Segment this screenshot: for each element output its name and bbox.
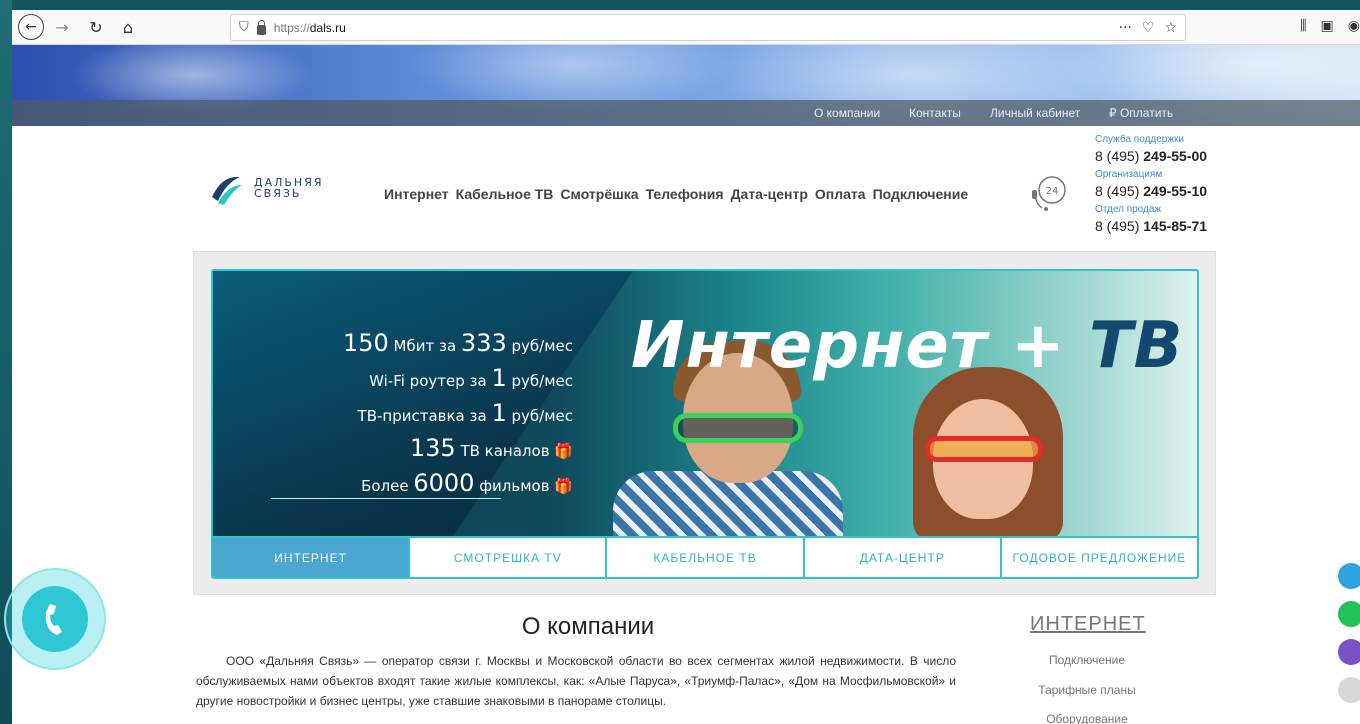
browser-toolbar: ← → ↻ ⌂ ⛉ https://dals.ru ··· ♡ ☆ ⫼ ▣ ◉ bbox=[12, 10, 1360, 45]
contacts-block: Служба поддержки 8 (495) 249-55-00 Орган… bbox=[1095, 134, 1207, 239]
nav-cable-tv[interactable]: Кабельное ТВ bbox=[456, 186, 554, 202]
lock-icon[interactable] bbox=[256, 19, 266, 35]
nav-connection[interactable]: Подключение bbox=[873, 186, 969, 202]
viber-icon[interactable] bbox=[1338, 639, 1360, 665]
sidebar-link-connection[interactable]: Подключение bbox=[1012, 653, 1162, 667]
reload-icon[interactable]: ↻ bbox=[84, 15, 108, 39]
banner-image: 150 Мбит за 333 руб/мес Wi-Fi роутер за … bbox=[213, 271, 1197, 542]
promo-banner[interactable]: 150 Мбит за 333 руб/мес Wi-Fi роутер за … bbox=[211, 269, 1199, 579]
offer-line: Более 6000 фильмов 🎁 bbox=[361, 469, 573, 497]
phone-org[interactable]: 8 (495) 249-55-10 bbox=[1095, 181, 1207, 201]
telegram-icon[interactable] bbox=[1338, 563, 1360, 589]
about-title: О компании bbox=[521, 613, 655, 640]
offer-line: Wi-Fi роутер за 1 руб/мес bbox=[369, 364, 573, 392]
site-logo[interactable]: ДАЛЬНЯЯ СВЯЗЬ bbox=[208, 169, 358, 209]
logo-line-2: СВЯЗЬ bbox=[254, 187, 302, 200]
nav-telephony[interactable]: Телефония bbox=[646, 186, 724, 202]
url-text[interactable]: https://dals.ru bbox=[274, 21, 346, 35]
sidebar-title[interactable]: ИНТЕРНЕТ bbox=[1030, 613, 1146, 636]
green-sunglasses bbox=[673, 413, 803, 443]
phone-support[interactable]: 8 (495) 249-55-00 bbox=[1095, 146, 1207, 166]
gift-icon: 🎁 bbox=[554, 442, 573, 460]
contact-label-sales: Отдел продаж bbox=[1095, 204, 1162, 215]
pocket-icon[interactable]: ♡ bbox=[1142, 20, 1155, 36]
bookmark-star-icon[interactable]: ☆ bbox=[1164, 20, 1177, 36]
nav-payment[interactable]: Оплата bbox=[815, 186, 866, 202]
library-icon[interactable]: ⫼ bbox=[1300, 18, 1306, 34]
phone-sales[interactable]: 8 (495) 145-85-71 bbox=[1095, 216, 1207, 236]
offer-list: 150 Мбит за 333 руб/мес Wi-Fi роутер за … bbox=[273, 327, 573, 502]
account-icon[interactable]: ◉ bbox=[1348, 18, 1360, 34]
page-actions-icon[interactable]: ··· bbox=[1119, 20, 1132, 36]
red-sunglasses bbox=[925, 436, 1043, 462]
nav-datacenter[interactable]: Дата-центр bbox=[731, 186, 808, 202]
contact-label-support: Служба поддержки bbox=[1095, 134, 1185, 145]
banner-headline: Интернет + ТВ bbox=[631, 309, 1184, 383]
svg-text:24: 24 bbox=[1046, 186, 1059, 197]
gift-icon: 🎁 bbox=[554, 477, 573, 495]
top-link-pay[interactable]: ₽ Оплатить bbox=[1109, 106, 1173, 120]
logo-mark-icon bbox=[212, 176, 242, 205]
banner-container: 150 Мбит за 333 руб/мес Wi-Fi роутер за … bbox=[193, 251, 1216, 595]
tab-cable-tv[interactable]: КАБЕЛЬНОЕ ТВ bbox=[607, 538, 805, 577]
home-icon[interactable]: ⌂ bbox=[116, 15, 140, 39]
whatsapp-icon[interactable] bbox=[1338, 601, 1360, 627]
back-arrow-icon[interactable]: ← bbox=[18, 14, 44, 40]
url-bar[interactable]: ⛉ https://dals.ru ··· ♡ ☆ bbox=[230, 14, 1186, 41]
tab-datacenter[interactable]: ДАТА-ЦЕНТР bbox=[804, 538, 1002, 577]
phone-handset-icon bbox=[45, 604, 62, 635]
tab-internet[interactable]: ИНТЕРНЕТ bbox=[213, 538, 411, 577]
sidebar-link-tariffs[interactable]: Тарифные планы bbox=[1012, 683, 1162, 697]
banner-tabs: ИНТЕРНЕТ СМОТРЕШКА TV КАБЕЛЬНОЕ ТВ ДАТА-… bbox=[213, 536, 1197, 577]
offer-line: 135 ТВ каналов 🎁 bbox=[409, 434, 573, 462]
support-headset-icon: 24 bbox=[1032, 176, 1066, 211]
web-page: О компании Контакты Личный кабинет ₽ Опл… bbox=[12, 45, 1360, 724]
sidebar-link-equipment[interactable]: Оборудование bbox=[1012, 712, 1162, 724]
forward-arrow-icon[interactable]: → bbox=[50, 15, 74, 39]
top-link-contacts[interactable]: Контакты bbox=[909, 106, 961, 120]
about-text: ООО «Дальняя Связь» — оператор связи г. … bbox=[196, 654, 956, 708]
tracking-shield-icon[interactable]: ⛉ bbox=[239, 20, 249, 35]
offer-line: ТВ-приставка за 1 руб/мес bbox=[357, 399, 573, 427]
tab-smotreshka-tv[interactable]: СМОТРЕШКА TV bbox=[410, 538, 608, 577]
contact-label-org: Организациям bbox=[1095, 169, 1163, 180]
nav-internet[interactable]: Интернет bbox=[384, 186, 449, 202]
callback-button[interactable] bbox=[4, 568, 106, 670]
close-icon[interactable] bbox=[1338, 677, 1360, 703]
main-nav: Интернет Кабельное ТВ Смотрёшка Телефони… bbox=[384, 186, 968, 202]
sidebar-icon[interactable]: ▣ bbox=[1321, 18, 1334, 34]
top-link-cabinet[interactable]: Личный кабинет bbox=[990, 106, 1080, 120]
top-link-about[interactable]: О компании bbox=[814, 106, 880, 120]
top-links-bar: О компании Контакты Личный кабинет ₽ Опл… bbox=[12, 100, 1360, 126]
tab-annual-offer[interactable]: ГОДОВОЕ ПРЕДЛОЖЕНИЕ bbox=[1001, 538, 1197, 577]
nav-smotreshka[interactable]: Смотрёшка bbox=[560, 186, 638, 202]
offer-line: 150 Мбит за 333 руб/мес bbox=[342, 329, 573, 357]
